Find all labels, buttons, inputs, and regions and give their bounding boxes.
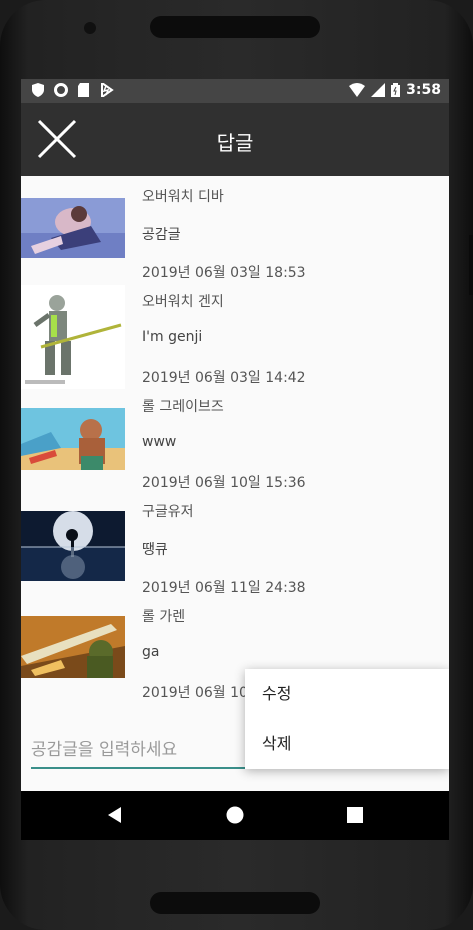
page-title: 답글 — [216, 131, 254, 155]
menu-item-delete[interactable]: 삭제 — [245, 719, 449, 769]
navigation-bar — [21, 791, 449, 840]
flash-icon — [101, 83, 114, 97]
front-camera — [84, 22, 96, 34]
side-button — [469, 235, 473, 295]
top-speaker — [150, 16, 320, 38]
back-button[interactable] — [103, 803, 127, 827]
back-icon — [108, 807, 121, 823]
status-bar: 3:58 — [21, 79, 449, 103]
reply-content: I'm genji — [142, 329, 203, 345]
reply-author: 롤 가렌 — [142, 609, 186, 625]
reply-author: 롤 그레이브즈 — [142, 399, 224, 415]
avatar — [21, 511, 125, 581]
sd-card-icon — [78, 83, 89, 97]
context-menu: 수정 삭제 — [245, 669, 449, 769]
avatar — [21, 408, 125, 470]
toolbar: 답글 — [21, 103, 449, 176]
screen: 3:58 답글 오버워치 디바 공감글 2019년 06월 03일 18:53 … — [21, 79, 449, 840]
home-icon — [226, 806, 244, 824]
reply-date: 2019년 06월 03일 18:53 — [142, 265, 306, 281]
reply-item[interactable]: 구글유저 땡큐 2019년 06월 11일 24:38 — [21, 491, 449, 596]
reply-item[interactable]: 롤 그레이브즈 www 2019년 06월 10일 15:36 — [21, 386, 449, 491]
avatar — [21, 616, 125, 678]
recents-icon — [347, 807, 363, 823]
reply-author: 오버워치 디바 — [142, 189, 224, 205]
recents-button[interactable] — [343, 803, 367, 827]
shield-icon — [32, 83, 44, 97]
reply-date: 2019년 06월 03일 14:42 — [142, 370, 306, 386]
battery-icon — [391, 83, 401, 97]
avatar — [21, 198, 125, 258]
home-button[interactable] — [223, 803, 247, 827]
reply-item[interactable]: 오버워치 겐지 I'm genji 2019년 06월 03일 14:42 — [21, 281, 449, 389]
reply-date: 2019년 06월 11일 24:38 — [142, 580, 306, 596]
reply-content: 공감글 — [142, 227, 181, 243]
reply-content: ga — [142, 644, 160, 660]
phone-frame: 3:58 답글 오버워치 디바 공감글 2019년 06월 03일 18:53 … — [0, 0, 473, 930]
status-time: 3:58 — [406, 82, 441, 98]
avatar — [21, 285, 125, 389]
menu-item-edit[interactable]: 수정 — [245, 669, 449, 719]
reply-date: 2019년 06월 10일 15:36 — [142, 475, 306, 491]
reply-author: 구글유저 — [142, 504, 194, 520]
bottom-speaker — [150, 892, 320, 914]
reply-author: 오버워치 겐지 — [142, 294, 224, 310]
wifi-icon — [349, 83, 366, 97]
reply-item[interactable]: 오버워치 디바 공감글 2019년 06월 03일 18:53 — [21, 176, 449, 281]
signal-icon — [371, 83, 386, 97]
circle-icon — [54, 83, 68, 97]
reply-content: www — [142, 434, 177, 450]
reply-content: 땡큐 — [142, 542, 168, 558]
reply-date: 2019년 06월 10 — [142, 685, 248, 701]
